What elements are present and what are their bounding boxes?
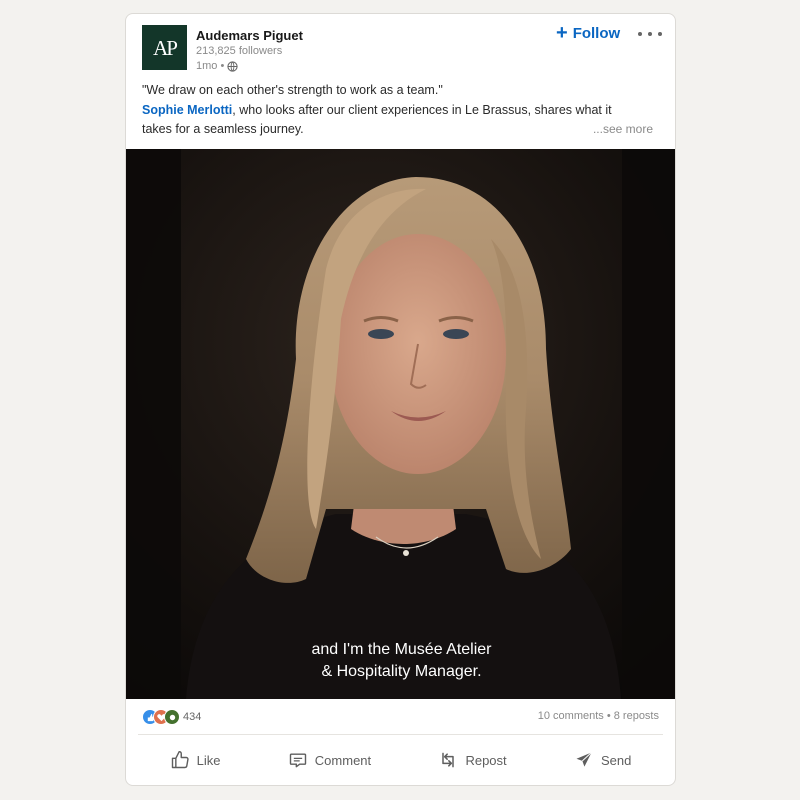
comment-icon: [289, 753, 307, 768]
logo-lettering: AP: [153, 36, 177, 60]
comments-reposts-count[interactable]: 10 comments • 8 reposts: [538, 710, 659, 722]
reaction-count: 434: [183, 711, 202, 723]
send-label: Send: [600, 752, 632, 768]
video-frame: [126, 149, 675, 699]
mention-link[interactable]: Sophie Merlotti: [142, 103, 232, 117]
follow-label: Follow: [572, 24, 621, 42]
author-info: Audemars Piguet 213,825 followers 1mo •: [196, 28, 303, 73]
see-more-link[interactable]: ...see more: [593, 122, 653, 136]
post-text-line-3: takes for a seamless journey.: [142, 122, 304, 136]
action-bar: Like Comment Repost Send: [126, 742, 675, 778]
comment-label: Comment: [314, 752, 372, 768]
caption-line-2: & Hospitality Manager.: [321, 663, 482, 680]
company-logo[interactable]: AP: [142, 25, 187, 70]
like-icon: [171, 750, 189, 769]
repost-button[interactable]: Repost: [428, 744, 516, 776]
author-name[interactable]: Audemars Piguet: [196, 28, 303, 44]
globe-icon: [227, 60, 238, 72]
social-counts: 434 10 comments • 8 reposts: [126, 700, 675, 734]
video-player[interactable]: and I'm the Musée Atelier & Hospitality …: [126, 149, 675, 699]
ap-logo-mark: AP: [153, 36, 179, 60]
repost-label: Repost: [465, 752, 507, 768]
post-text-line-2-rest: , who looks after our client experiences…: [232, 102, 612, 117]
repost-icon: [442, 752, 455, 768]
post-time: 1mo •: [196, 60, 225, 72]
divider: [138, 734, 663, 735]
comment-button[interactable]: Comment: [278, 744, 381, 776]
send-icon: [576, 752, 592, 767]
post-meta: 1mo •: [196, 59, 303, 73]
like-label: Like: [196, 752, 221, 768]
post-card: AP Audemars Piguet 213,825 followers 1mo…: [125, 13, 676, 786]
follower-count: 213,825 followers: [196, 45, 283, 57]
post-text-line-1: "We draw on each other's strength to wor…: [142, 83, 443, 97]
support-reaction-icon: [164, 709, 180, 725]
ellipsis-icon[interactable]: [638, 26, 662, 42]
post-body: "We draw on each other's strength to wor…: [142, 81, 657, 140]
reactions-summary[interactable]: 434: [142, 709, 201, 725]
plus-icon: +: [556, 22, 568, 44]
video-caption: and I'm the Musée Atelier & Hospitality …: [126, 639, 675, 683]
like-button[interactable]: Like: [160, 744, 231, 776]
post-text-line-2: Sophie Merlotti, who looks after our cli…: [142, 101, 657, 121]
send-button[interactable]: Send: [564, 744, 641, 776]
follow-button[interactable]: + Follow: [556, 22, 621, 44]
caption-line-1: and I'm the Musée Atelier: [311, 641, 492, 658]
